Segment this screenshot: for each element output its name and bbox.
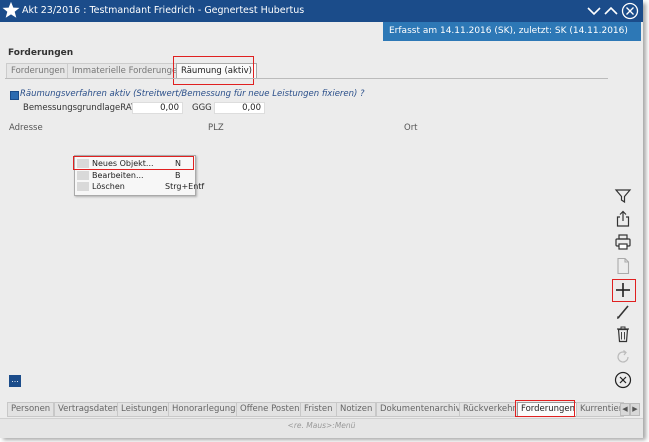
export-icon[interactable] (612, 209, 634, 229)
column-header-plz[interactable]: PLZ (208, 123, 224, 133)
highlight-forderungen-tab (515, 400, 575, 417)
tab-notizen[interactable]: Notizen (336, 402, 377, 417)
menu-item-shortcut: B (175, 171, 181, 180)
filter-icon[interactable] (612, 186, 634, 206)
section-title: Forderungen (8, 48, 74, 58)
tab-fristen[interactable]: Fristen (300, 402, 337, 417)
tab-vertragsdaten[interactable]: Vertragsdaten (54, 402, 123, 417)
edit-icon[interactable] (612, 302, 634, 322)
highlight-add-button (612, 279, 636, 302)
menu-item-bearbeiten[interactable]: Bearbeiten... B (75, 170, 195, 181)
menu-item-icon (77, 171, 89, 180)
chevron-up-icon[interactable] (603, 2, 619, 20)
tab-immaterielle-forderungen[interactable]: Immaterielle Forderungen (67, 63, 188, 79)
chevron-down-icon[interactable] (586, 2, 602, 20)
ggg-label: GGG (192, 103, 212, 113)
highlight-neues-objekt (73, 156, 194, 170)
print-icon[interactable] (612, 232, 634, 252)
base-value-field[interactable]: 0,00 (132, 102, 183, 114)
close-window-icon[interactable] (621, 2, 639, 20)
close-icon[interactable] (612, 370, 634, 390)
refresh-icon[interactable] (612, 347, 634, 367)
tab-rueckverkehr[interactable]: Rückverkehr (459, 402, 520, 417)
window-title: Akt 23/2016 : Testmandant Friedrich - Ge… (22, 5, 305, 16)
raeumung-checkbox[interactable] (10, 91, 19, 100)
tab-divider (5, 78, 608, 79)
menu-item-loeschen[interactable]: Löschen Strg+Entf (75, 181, 204, 192)
base-label: BemessungsgrundlageRATG (23, 103, 143, 113)
raeumung-checkbox-label: Räumungsverfahren aktiv (Streitwert/Beme… (20, 89, 365, 99)
tab-honorarlegung[interactable]: Honorarlegung (168, 402, 240, 417)
ggg-value-field[interactable]: 0,00 (214, 102, 265, 114)
tab-offene-posten[interactable]: Offene Posten (236, 402, 304, 417)
tab-kurrentien[interactable]: Kurrentien (576, 402, 624, 417)
status-hint: <re. Maus>:Menü (287, 421, 356, 430)
menu-item-label: Löschen (92, 182, 125, 191)
tab-leistungen[interactable]: Leistungen (117, 402, 172, 417)
tab-personen[interactable]: Personen (7, 402, 55, 417)
record-info: Erfasst am 14.11.2016 (SK), zuletzt: SK … (383, 22, 641, 41)
menu-item-label: Bearbeiten... (92, 171, 144, 180)
menu-item-shortcut: Strg+Entf (165, 182, 205, 191)
column-header-adresse[interactable]: Adresse (9, 123, 43, 133)
tab-dokumentenarchiv[interactable]: Dokumentenarchiv (376, 402, 465, 417)
column-header-ort[interactable]: Ort (404, 123, 418, 133)
delete-icon[interactable] (612, 324, 634, 344)
star-icon[interactable] (2, 1, 20, 19)
document-icon[interactable] (612, 256, 634, 276)
menu-item-icon (77, 182, 89, 191)
chevron-left-icon[interactable]: ◀ (620, 403, 630, 416)
chevron-right-icon[interactable]: ▶ (630, 403, 640, 416)
highlight-raeumung-tab (173, 56, 254, 85)
tab-forderungen[interactable]: Forderungen (6, 63, 71, 79)
more-button[interactable]: ... (9, 375, 21, 387)
